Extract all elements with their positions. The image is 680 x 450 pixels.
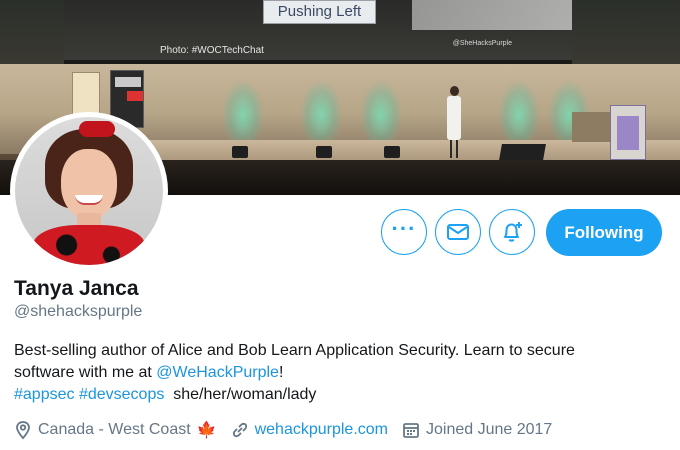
stage-monitor <box>232 146 248 158</box>
envelope-icon <box>447 224 469 240</box>
hashtag-link[interactable]: #appsec <box>14 386 75 403</box>
more-options-button[interactable]: ··· <box>381 209 427 255</box>
profile-meta: Canada - West Coast 🍁 wehackpurple.com J… <box>14 420 566 440</box>
bio-text: software with me at <box>14 364 157 381</box>
pronouns-text: she/her/woman/lady <box>173 386 317 403</box>
slide-handle: @SheHacksPurple <box>452 40 512 47</box>
slide-text: Pushing Left <box>263 0 376 24</box>
stage-monitor <box>384 146 400 158</box>
location: Canada - West Coast 🍁 <box>14 420 217 440</box>
bell-plus-icon <box>504 222 522 242</box>
join-date: Joined June 2017 <box>402 421 552 439</box>
notifications-button[interactable] <box>489 209 535 255</box>
stage-monitor <box>316 146 332 158</box>
maple-leaf-icon: 🍁 <box>196 422 217 439</box>
profile-handle: @shehackspurple <box>14 303 143 320</box>
join-date-text: Joined June 2017 <box>426 421 553 438</box>
speaker-figure <box>444 86 464 158</box>
website-link[interactable]: wehackpurple.com <box>255 421 388 439</box>
bio-line: software with me at @WeHackPurple! <box>14 362 674 384</box>
bio-line: Best-selling author of Alice and Bob Lea… <box>14 342 575 359</box>
more-horizontal-icon: ··· <box>391 216 417 241</box>
avatar[interactable] <box>10 112 168 270</box>
message-button[interactable] <box>435 209 481 255</box>
photo-credit: Photo: #WOCTechChat <box>160 45 264 56</box>
avatar-photo <box>15 117 163 265</box>
bio-line: #appsec #devsecops she/her/woman/lady <box>14 384 674 406</box>
location-pin-icon <box>16 421 30 440</box>
location-text: Canada - West Coast <box>38 421 191 438</box>
link-icon <box>232 422 247 438</box>
profile-name: Tanya Janca <box>14 277 139 300</box>
website: wehackpurple.com <box>231 421 388 439</box>
mention-link[interactable]: @WeHackPurple <box>156 364 279 381</box>
profile-bio: Best-selling author of Alice and Bob Lea… <box>14 340 674 406</box>
hashtag-link[interactable]: #devsecops <box>79 386 164 403</box>
bio-text: ! <box>278 364 284 381</box>
slide-image <box>412 0 572 30</box>
following-button[interactable]: Following <box>546 209 662 256</box>
podium <box>610 105 646 160</box>
calendar-icon <box>403 423 419 438</box>
projection-screen: Pushing Left Photo: #WOCTechChat @SheHac… <box>64 0 572 64</box>
